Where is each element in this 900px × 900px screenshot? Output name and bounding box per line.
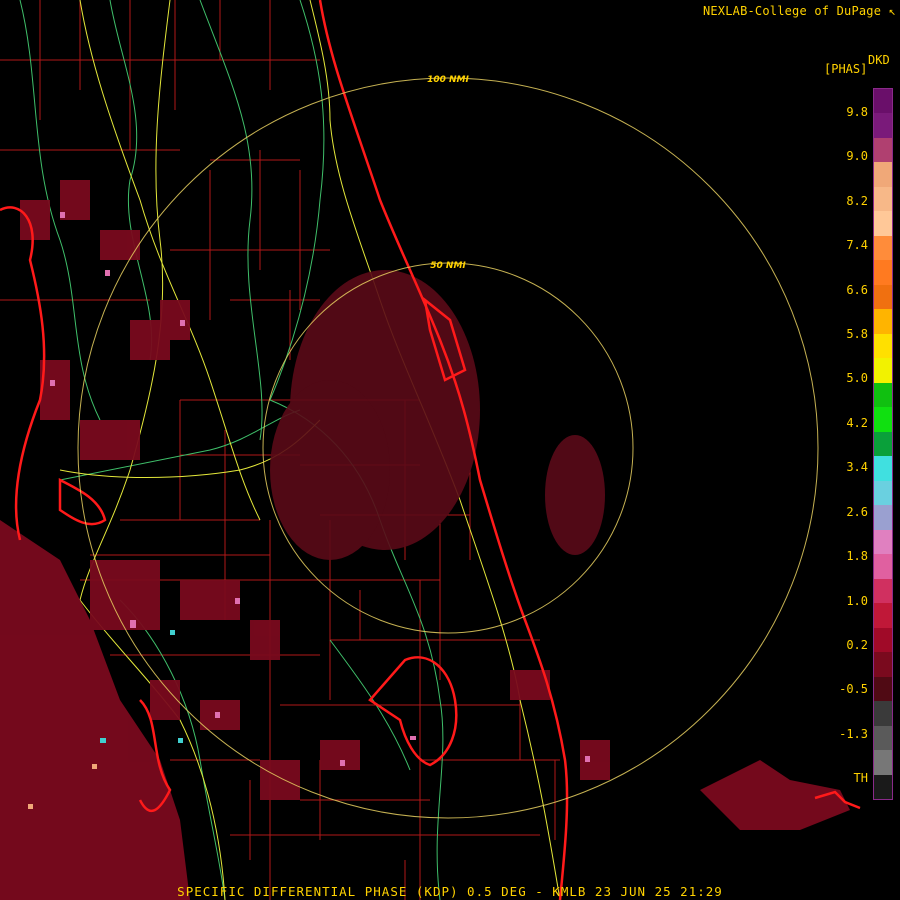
legend-tick: 9.8 — [846, 105, 868, 119]
legend-product-code: DKD — [868, 53, 890, 67]
legend-swatch — [874, 358, 892, 383]
legend-swatch — [874, 89, 892, 114]
legend-swatch — [874, 627, 892, 653]
legend-swatch — [874, 750, 892, 775]
product-caption: SPECIFIC DIFFERENTIAL PHASE (KDP) 0.5 DE… — [177, 884, 723, 899]
legend-swatch — [874, 211, 892, 236]
legend-swatch — [874, 333, 892, 359]
legend-swatch — [874, 260, 892, 285]
legend-tick: 1.0 — [846, 594, 868, 608]
legend-tick-labels: 9.8 9.0 8.2 7.4 6.6 5.8 5.0 4.2 3.4 2.6 … — [820, 88, 868, 800]
legend-tick: -1.3 — [839, 727, 868, 741]
legend-swatch — [874, 578, 892, 604]
legend-swatch — [874, 554, 892, 579]
legend-tick: 1.8 — [846, 549, 868, 563]
legend-swatch — [874, 162, 892, 187]
legend-swatch — [874, 480, 892, 506]
legend-swatch — [874, 235, 892, 261]
legend-tick: 7.4 — [846, 238, 868, 252]
legend-tick: 6.6 — [846, 283, 868, 297]
legend-swatch — [874, 774, 892, 800]
radar-map: 100 NMI 50 NMI — [0, 0, 861, 900]
legend-swatch — [874, 382, 892, 408]
legend-swatch — [874, 407, 892, 432]
legend-tick: 5.0 — [846, 371, 868, 385]
legend-swatch — [874, 676, 892, 702]
legend-swatch — [874, 186, 892, 212]
legend-tick: 4.2 — [846, 416, 868, 430]
legend-swatch — [874, 701, 892, 726]
legend-swatch — [874, 309, 892, 334]
radar-returns — [0, 180, 850, 900]
legend-tick: 0.2 — [846, 638, 868, 652]
legend-swatch — [874, 529, 892, 555]
legend-tick: 3.4 — [846, 460, 868, 474]
legend-swatch — [874, 603, 892, 628]
legend-colorbar — [873, 88, 893, 800]
legend-swatch — [874, 456, 892, 481]
legend-tick: 8.2 — [846, 194, 868, 208]
legend-tick: 5.8 — [846, 327, 868, 341]
legend-swatch — [874, 113, 892, 138]
legend-swatch — [874, 284, 892, 310]
credit-label: NEXLAB-College of DuPage ↖ — [702, 4, 896, 18]
legend-swatch — [874, 505, 892, 530]
legend-swatch — [874, 725, 892, 751]
legend-unit: [PHAS] — [824, 62, 868, 76]
legend-tick: -0.5 — [839, 682, 868, 696]
range-ring-100-label: 100 NMI — [427, 75, 469, 85]
legend-swatch — [874, 137, 892, 163]
legend-tick: 9.0 — [846, 149, 868, 163]
legend-tick: TH — [853, 771, 868, 785]
legend-tick: 2.6 — [846, 505, 868, 519]
range-ring-50-label: 50 NMI — [430, 261, 466, 271]
legend-swatch — [874, 431, 892, 457]
legend-swatch — [874, 652, 892, 677]
